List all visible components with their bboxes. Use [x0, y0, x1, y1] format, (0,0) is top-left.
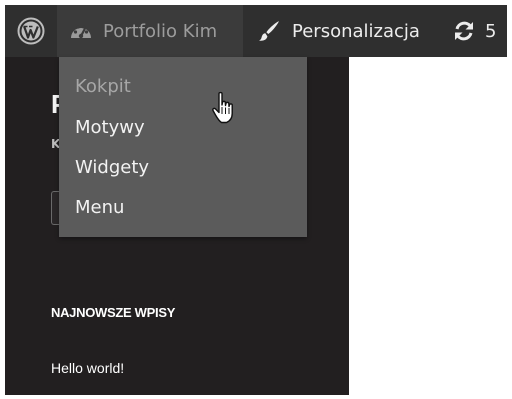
wp-logo-menu[interactable]	[5, 5, 57, 57]
hand-pointer-cursor-icon	[212, 91, 233, 124]
screenshot-frame: P K NAJNOWSZE WPISY Hello world! P	[5, 5, 507, 395]
dashboard-gauge-icon	[71, 25, 91, 39]
site-name-menu[interactable]: Portfolio Kim	[57, 5, 243, 57]
customize-label: Personalizacja	[292, 20, 420, 42]
site-name-label: Portfolio Kim	[103, 20, 218, 42]
paintbrush-icon	[259, 21, 279, 41]
menu-item-menus[interactable]: Menu	[75, 194, 295, 222]
menu-item-widgets[interactable]: Widgety	[75, 154, 295, 182]
recent-post-link[interactable]: Hello world!	[51, 360, 124, 376]
updates-menu[interactable]: 5	[449, 5, 507, 57]
menu-item-themes[interactable]: Motywy	[75, 114, 295, 142]
menu-item-dashboard[interactable]: Kokpit	[75, 73, 295, 101]
site-name-dropdown: Kokpit Motywy Widgety Menu	[59, 57, 307, 237]
customize-menu[interactable]: Personalizacja	[250, 5, 445, 57]
updates-count: 5	[485, 20, 497, 42]
refresh-icon	[455, 21, 473, 41]
admin-bar: Portfolio Kim Personalizacja 5	[5, 5, 507, 57]
wordpress-logo-icon	[17, 17, 45, 45]
content-panel	[349, 131, 507, 395]
widget-title-recent-posts: NAJNOWSZE WPISY	[51, 305, 176, 320]
